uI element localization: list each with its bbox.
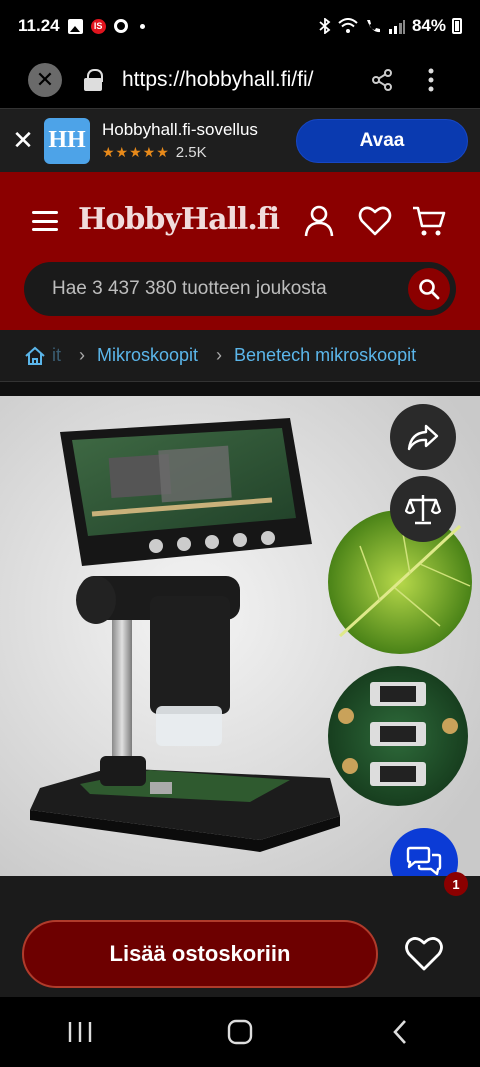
breadcrumb-item-mikroskoopit[interactable]: Mikroskoopit: [97, 345, 198, 366]
breadcrumb: it › Mikroskoopit › Benetech mikroskoopi…: [0, 330, 480, 382]
recents-icon: [68, 1022, 92, 1042]
site-logo[interactable]: HobbyHall.fi: [78, 202, 280, 237]
menu-icon[interactable]: [32, 211, 58, 231]
home-icon[interactable]: [24, 346, 46, 366]
signal-icon: [388, 20, 405, 34]
search-input[interactable]: Hae 3 437 380 tuotteen joukosta: [24, 262, 456, 316]
rating-count: 2.5K: [175, 144, 207, 161]
compare-product-button[interactable]: [390, 476, 456, 542]
search-button[interactable]: [408, 268, 450, 310]
close-tab-icon[interactable]: ✕: [28, 63, 62, 97]
chevron-right-icon: ›: [79, 345, 85, 365]
breadcrumb-item-benetech[interactable]: Benetech mikroskoopit: [234, 345, 416, 366]
bluetooth-icon: [319, 18, 331, 34]
share-icon[interactable]: [370, 68, 394, 92]
app-name: Hobbyhall.fi-sovellus: [102, 120, 258, 139]
wifi-icon: [338, 18, 358, 33]
add-to-cart-button[interactable]: Lisää ostoskoriin: [22, 920, 378, 988]
share-product-button[interactable]: [390, 404, 456, 470]
back-icon: [393, 1020, 406, 1044]
back-button[interactable]: [370, 1012, 430, 1052]
chevron-right-icon: ›: [216, 345, 223, 365]
banner-close-icon[interactable]: ✕: [12, 125, 34, 156]
app-install-banner: ✕ HH Hobbyhall.fi-sovellus ★★★★★ 2.5K Av…: [0, 108, 480, 172]
product-image[interactable]: [0, 396, 480, 876]
more-menu-icon[interactable]: [428, 68, 434, 92]
divider: [0, 382, 480, 396]
search-icon: [419, 279, 440, 300]
recents-button[interactable]: [50, 1012, 110, 1052]
scale-icon: [405, 495, 441, 525]
is-app-icon: IS: [90, 18, 106, 34]
url-field[interactable]: https://hobbyhall.fi/fi/: [122, 68, 352, 92]
photo-icon: [67, 18, 83, 34]
search-placeholder: Hae 3 437 380 tuotteen joukosta: [52, 278, 327, 299]
share-arrow-icon: [407, 424, 439, 451]
home-circle-icon: [227, 1019, 253, 1045]
app-logo: HH: [44, 117, 90, 164]
chat-icon: [406, 846, 442, 876]
chrome-icon: [113, 19, 128, 33]
breadcrumb-faded-item[interactable]: it: [52, 345, 61, 366]
wishlist-icon[interactable]: [358, 204, 392, 238]
battery-percent: 84%: [411, 16, 446, 35]
microscope-image: [0, 396, 480, 876]
cart-icon[interactable]: [412, 204, 446, 238]
account-icon[interactable]: [302, 204, 336, 238]
add-to-wishlist-icon[interactable]: [404, 934, 444, 974]
rating-stars-icon: ★★★★★: [102, 144, 170, 160]
site-header: HobbyHall.fi Hae 3 437 380 tuotteen jouk…: [0, 172, 480, 330]
purchase-bar: Lisää ostoskoriin: [0, 876, 480, 997]
battery-icon: [452, 18, 462, 34]
system-nav-bar: [0, 997, 480, 1067]
status-bar: 11.24 IS 84%: [0, 0, 480, 52]
open-app-button[interactable]: Avaa: [296, 118, 468, 163]
status-time: 11.24: [18, 16, 60, 35]
lock-icon[interactable]: [84, 69, 103, 91]
dot-icon: [139, 23, 145, 29]
home-button[interactable]: [210, 1012, 270, 1052]
browser-url-bar: ✕ https://hobbyhall.fi/fi/: [0, 52, 480, 108]
call-icon: [366, 20, 380, 33]
chat-notification-badge: 1: [444, 872, 468, 896]
